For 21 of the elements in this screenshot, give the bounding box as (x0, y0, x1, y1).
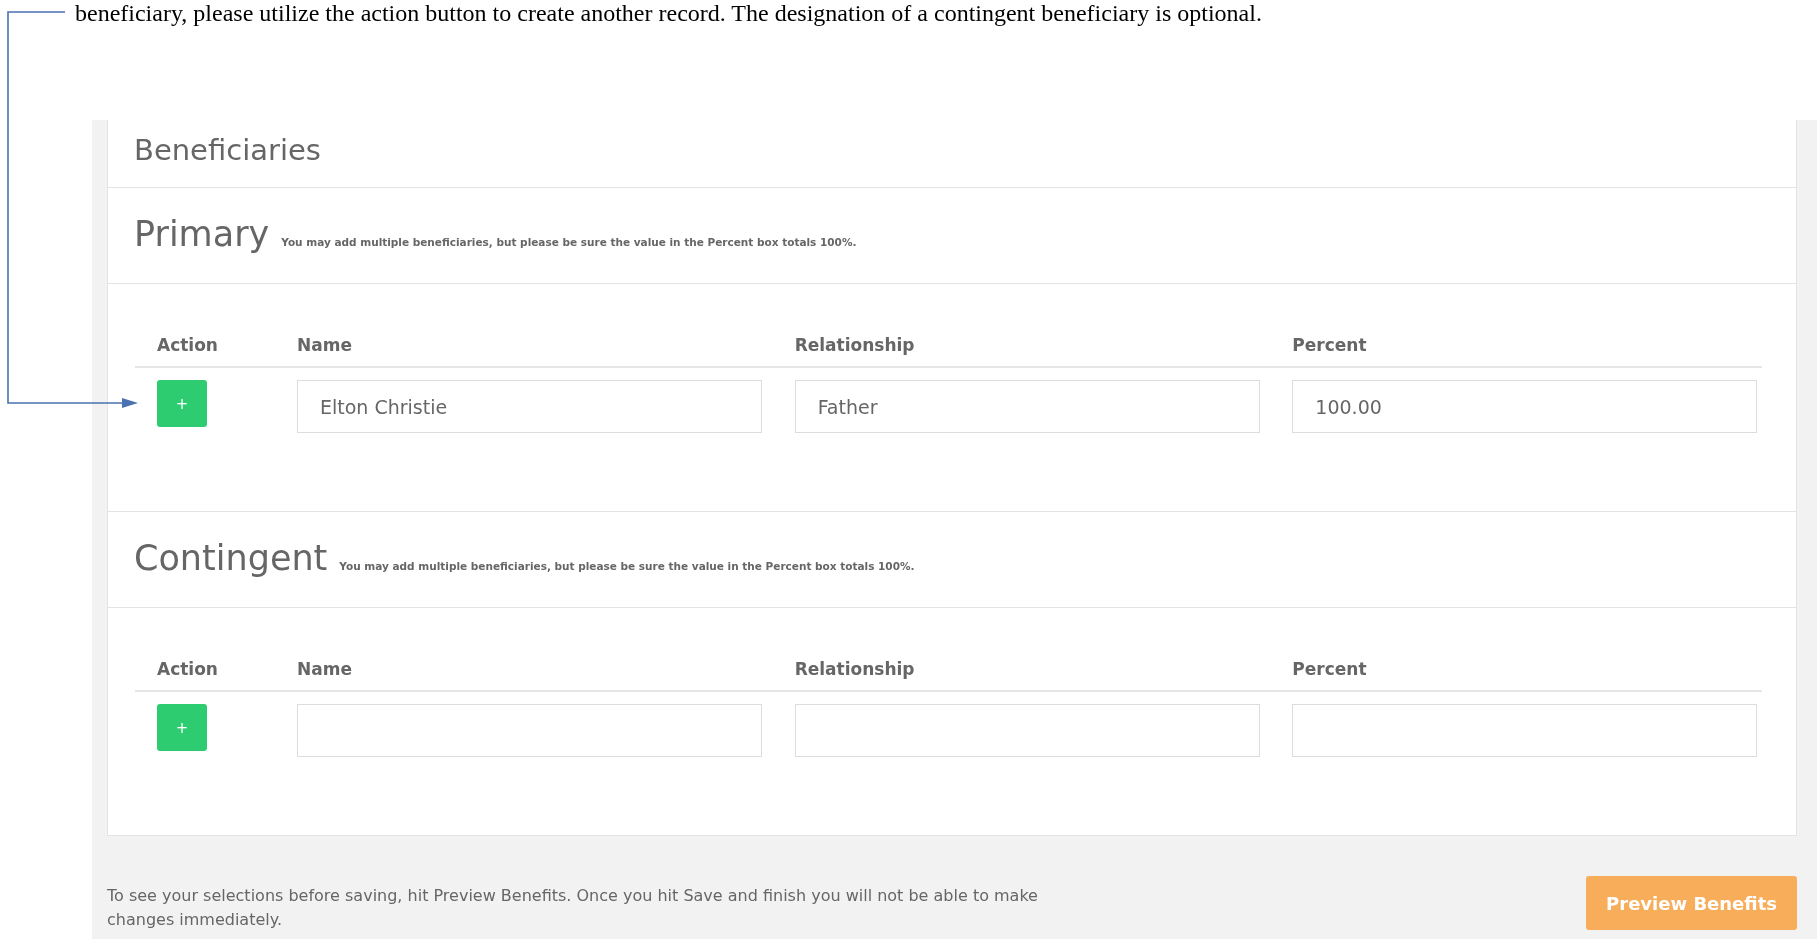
column-header: Action (157, 659, 219, 679)
section-note: You may add multiple beneficiaries, but please be sure the value in the Percent box totals 100%. (339, 560, 915, 572)
name-field[interactable]: Elton Christie (297, 380, 762, 433)
column-header: Name (297, 659, 353, 679)
footer-text: To see your selections before saving, hit Preview Benefits. Once you hit Save and finish you will not be able to make changes immediately. (107, 885, 1039, 931)
column-header: Percent (1292, 659, 1368, 679)
relationship-field[interactable] (794, 704, 1260, 757)
relationship-field[interactable]: Father (794, 380, 1260, 433)
percent-field[interactable] (1292, 704, 1758, 757)
document-text: beneficiary, please utilize the action button to create another record. The designation of a contingent beneficiary is optional. (74, 0, 1263, 26)
name-field[interactable] (297, 704, 762, 757)
column-header: Percent (1292, 335, 1368, 355)
section-title: Contingent (134, 538, 328, 578)
section-note: You may add multiple beneficiaries, but please be sure the value in the Percent box totals 100%. (281, 236, 857, 248)
section-title: Primary (134, 214, 270, 254)
column-header: Action (157, 335, 219, 355)
column-header: Relationship (794, 335, 916, 355)
column-header: Relationship (794, 659, 916, 679)
percent-field[interactable]: 100.00 (1292, 380, 1758, 433)
column-header: Name (297, 335, 353, 355)
panel-title: Beneficiaries (108, 120, 1796, 188)
